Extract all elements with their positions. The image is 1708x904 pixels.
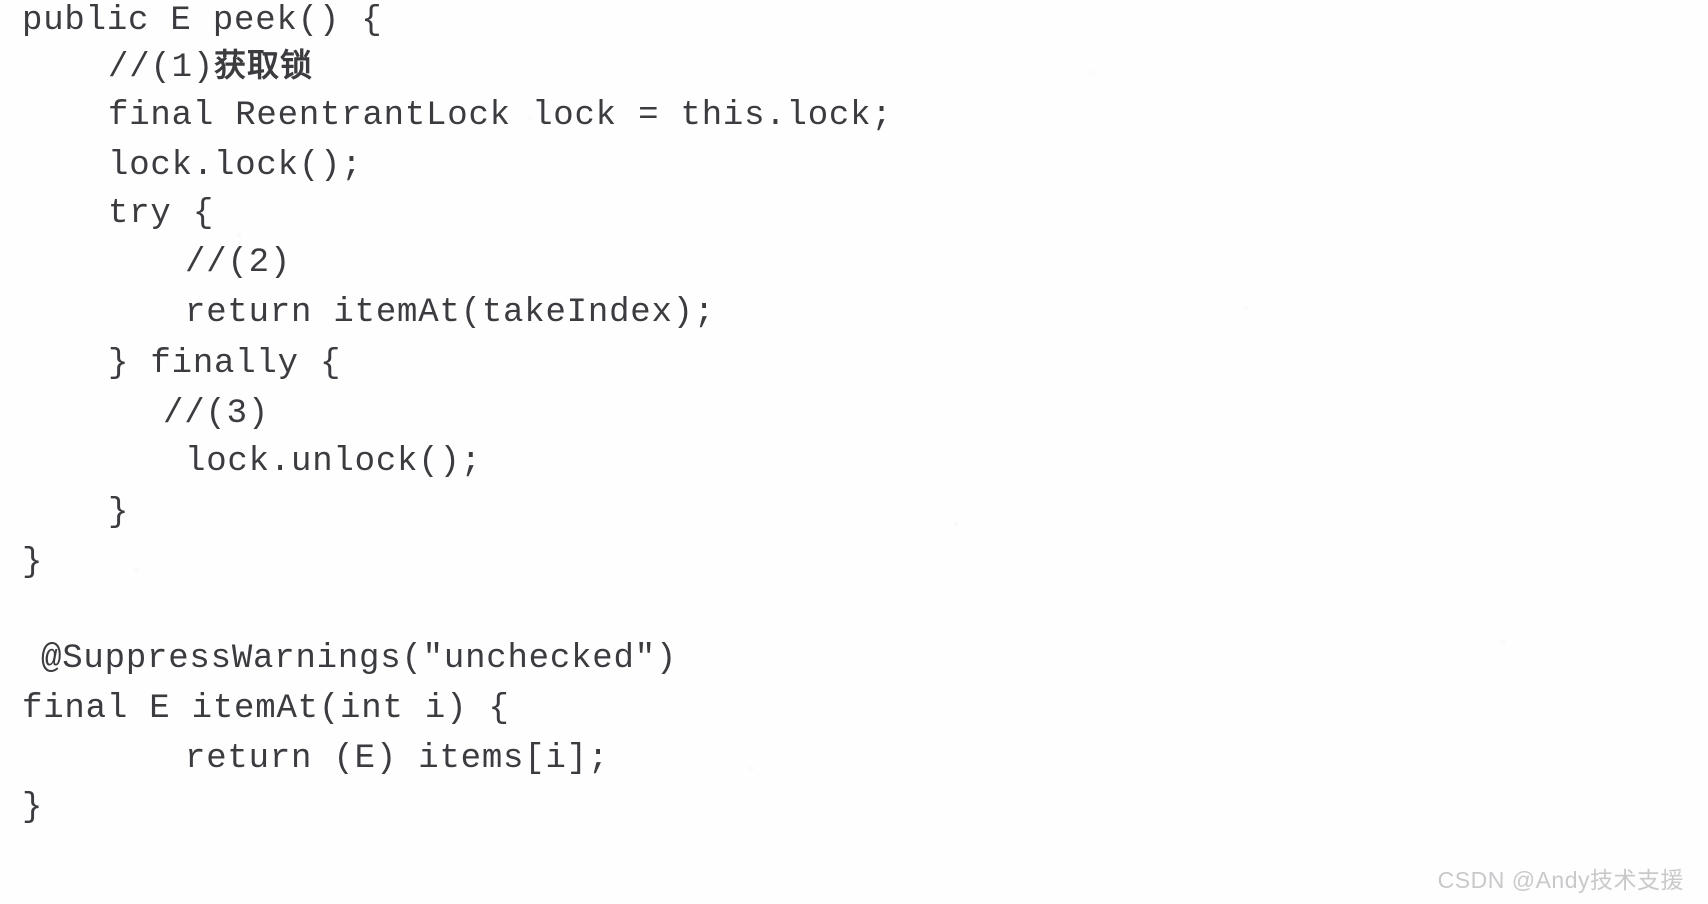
code-line: } — [22, 789, 44, 827]
csdn-watermark: CSDN @Andy技术支援 — [1437, 867, 1684, 893]
code-line: return itemAt(takeIndex); — [185, 294, 716, 332]
code-line: //(2) — [185, 244, 292, 282]
code-line: //(3) — [163, 395, 270, 433]
code-line: return (E) items[i]; — [185, 740, 610, 778]
code-line: final E itemAt(int i) { — [22, 690, 510, 728]
code-line: lock.unlock(); — [185, 443, 482, 481]
code-line: @SuppressWarnings("unchecked") — [41, 640, 678, 678]
code-line: try { — [108, 195, 215, 233]
code-line-cjk-text: 获取锁 — [214, 46, 314, 84]
code-line: //(1)获取锁 — [108, 48, 313, 85]
scanned-code-page: public E peek() { //(1)获取锁 final Reentrant… — [0, 0, 1708, 904]
code-line: lock.lock(); — [108, 147, 363, 185]
code-line: public E peek() { — [22, 2, 383, 40]
code-line-comment-marker: //(1) — [108, 49, 215, 87]
code-line: } — [108, 494, 130, 532]
code-line: final ReentrantLock lock = this.lock; — [108, 97, 893, 135]
code-line: } finally { — [108, 345, 342, 383]
code-line: } — [22, 544, 44, 582]
